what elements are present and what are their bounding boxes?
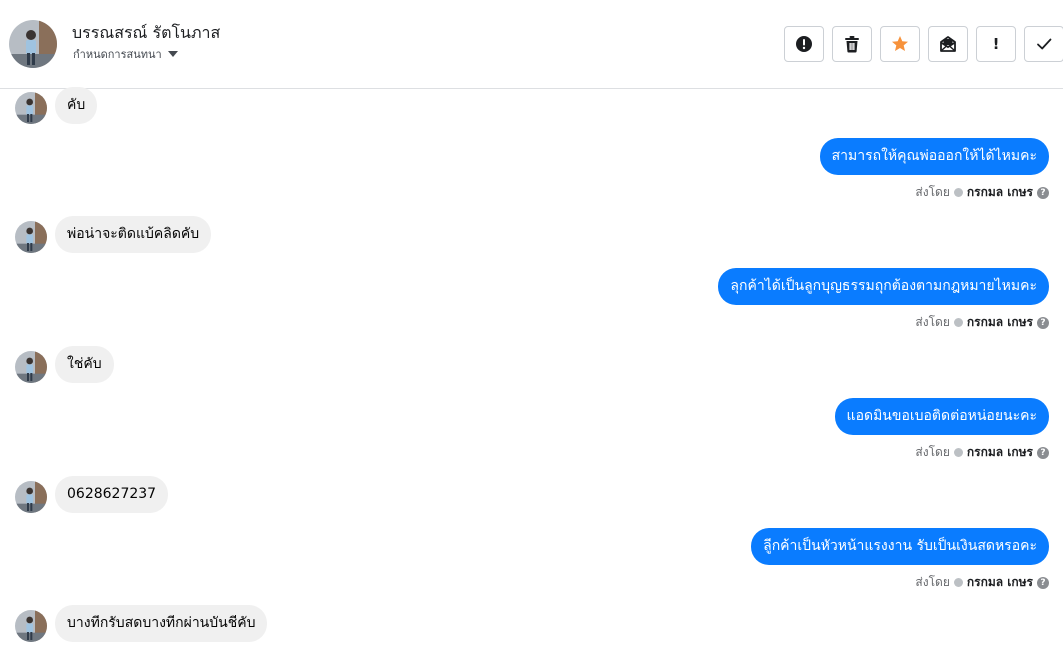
mark-unread-button[interactable] — [928, 26, 968, 62]
outgoing-message[interactable]: แอดมินขอเบอติดต่อหน่อยนะคะ — [834, 398, 1049, 435]
contact-avatar[interactable] — [9, 20, 57, 68]
follow-up-button[interactable]: ! — [976, 26, 1016, 62]
sent-by-info: ส่งโดย กรกมล เกษร ? — [915, 573, 1049, 592]
sent-by-label: ส่งโดย — [915, 185, 950, 199]
sent-by-label: ส่งโดย — [915, 315, 950, 329]
exclamation-circle-icon — [796, 36, 812, 52]
sender-avatar[interactable] — [15, 221, 47, 253]
sender-avatar[interactable] — [15, 481, 47, 513]
conversation-toolbar: ! — [784, 26, 1063, 62]
sent-by-info: ส่งโดย กรกมล เกษร ? — [915, 443, 1049, 462]
delete-button[interactable] — [832, 26, 872, 62]
sender-avatar[interactable] — [15, 351, 47, 383]
report-spam-button[interactable] — [784, 26, 824, 62]
help-icon[interactable]: ? — [1037, 316, 1049, 329]
seen-check-icon — [953, 188, 963, 197]
seen-check-icon — [953, 318, 963, 327]
exclamation-icon: ! — [992, 35, 1000, 53]
sent-by-label: ส่งโดย — [915, 445, 950, 459]
sender-avatar[interactable] — [15, 610, 47, 642]
caret-down-icon — [167, 51, 178, 57]
mark-done-button[interactable] — [1024, 26, 1063, 62]
help-icon[interactable]: ? — [1037, 576, 1049, 589]
incoming-message[interactable]: คับ — [55, 87, 98, 124]
sent-by-info: ส่งโดย กรกมล เกษร ? — [915, 313, 1049, 332]
star-button[interactable] — [880, 26, 920, 62]
outgoing-message[interactable]: ลุกค้าได้เป็นลูกบุญธรรมถุกต้องตามกฎหมายไ… — [718, 268, 1049, 305]
envelope-icon — [940, 36, 956, 52]
incoming-message[interactable]: พ่อน่าจะติดแบ้คลิดคับ — [55, 216, 212, 253]
agent-name: กรกมล เกษร — [966, 575, 1033, 589]
sent-by-label: ส่งโดย — [915, 575, 950, 589]
help-icon[interactable]: ? — [1037, 446, 1049, 459]
sent-by-info: ส่งโดย กรกมล เกษร ? — [915, 183, 1049, 202]
agent-name: กรกมล เกษร — [966, 185, 1033, 199]
conversation-header: บรรณสรณ์ รัตโนภาส กำหนดการสนทนา ! — [0, 0, 1063, 89]
star-icon — [892, 36, 908, 51]
message-thread[interactable]: คับ สามารถให้คุณพ่อออกให้ได้ไหมคะ ส่งโดย… — [0, 87, 1063, 652]
seen-check-icon — [953, 578, 963, 587]
trash-icon — [845, 36, 859, 53]
outgoing-message[interactable]: ลูีกค้าเป็นหัวหน้าแรงงาน รับเป็นเงินสดหร… — [751, 528, 1049, 565]
incoming-message[interactable]: บางทีกรับสดบางทีกผ่านบันชีคับ — [55, 605, 268, 642]
outgoing-message[interactable]: สามารถให้คุณพ่อออกให้ได้ไหมคะ — [819, 138, 1049, 175]
seen-check-icon — [953, 448, 963, 457]
agent-name: กรกมล เกษร — [966, 445, 1033, 459]
agent-name: กรกมล เกษร — [966, 315, 1033, 329]
contact-name[interactable]: บรรณสรณ์ รัตโนภาส — [72, 21, 220, 46]
checkmark-icon — [1037, 38, 1052, 50]
assign-conversation-dropdown[interactable]: กำหนดการสนทนา — [73, 45, 178, 63]
help-icon[interactable]: ? — [1037, 186, 1049, 199]
assign-conversation-label: กำหนดการสนทนา — [73, 48, 162, 61]
sender-avatar[interactable] — [15, 92, 47, 124]
incoming-message[interactable]: 0628627237 — [55, 476, 169, 513]
incoming-message[interactable]: ใช่คับ — [55, 346, 114, 383]
